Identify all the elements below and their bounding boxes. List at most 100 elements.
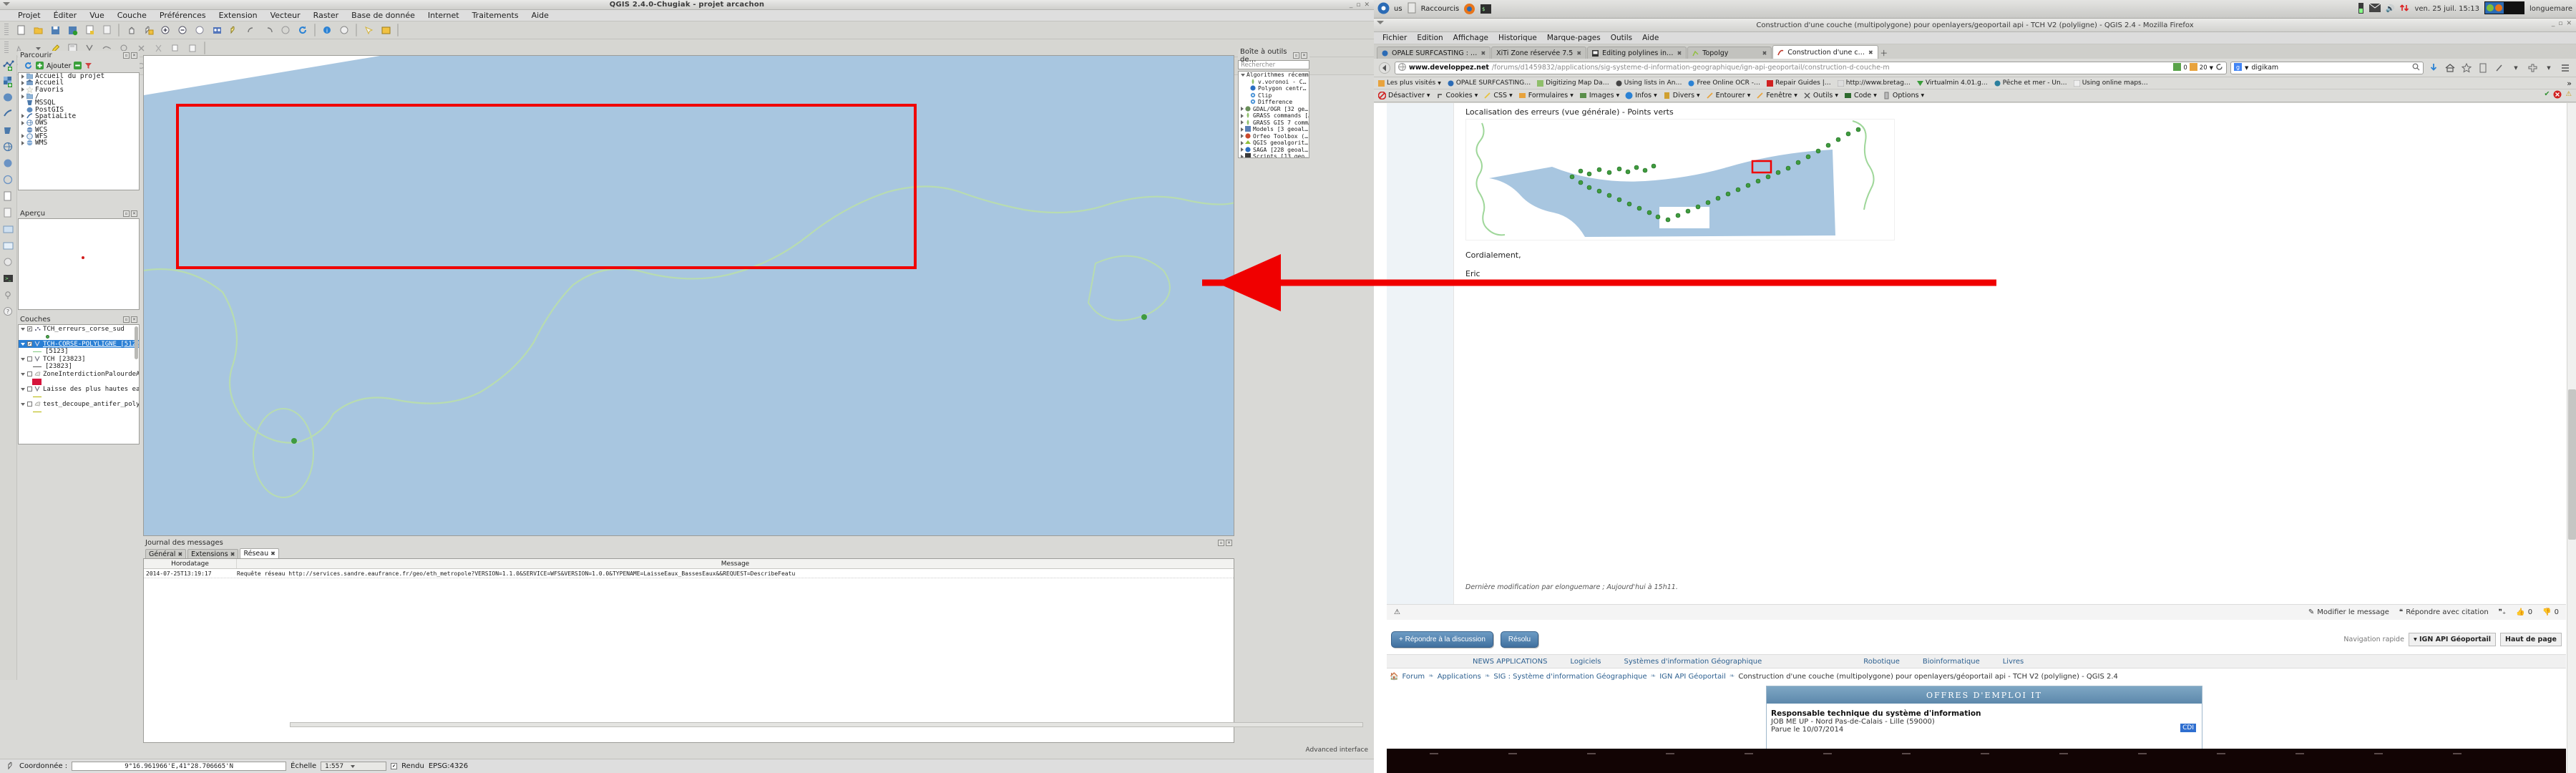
reading-list-icon[interactable] [2477,62,2489,74]
crs-label[interactable]: EPSG:4326 [429,762,468,770]
toolbox-group-recents[interactable]: Algorithmes récemme… [1239,72,1309,79]
mark-resolved-button[interactable]: Résolu [1500,631,1539,648]
menu-base-de-donnee[interactable]: Base de donnée [345,11,421,20]
nav-link-bioinformatique[interactable]: Bioinformatique [1923,658,1980,666]
webdev-infos[interactable]: Infos ▼ [1625,92,1657,99]
webdev-entourer[interactable]: Entourer ▼ [1706,92,1750,99]
open-project-icon[interactable] [30,23,46,38]
chevron-down-icon[interactable]: ▼ [2210,65,2213,71]
terminal-launcher-icon[interactable]: $ [1480,3,1492,15]
breadcrumb-applications[interactable]: Applications [1438,673,1481,681]
bookmark-star-icon[interactable] [2460,62,2473,74]
toolbox-item-difference[interactable]: Difference [1239,99,1309,106]
menu-preferences[interactable]: Préférences [153,11,213,20]
browser-toolbar[interactable]: Ajouter [18,60,140,72]
toolbox-item-v-voronoi[interactable]: v.voronoi - C… [1239,78,1309,86]
reply-to-thread-button[interactable]: + Répondre à la discussion [1391,631,1493,648]
webdev-images[interactable]: Images ▼ [1579,92,1619,99]
layers-close-icon[interactable]: ✕ [131,316,137,323]
layer-visibility-checkbox[interactable] [27,386,32,392]
close-icon[interactable]: ✖ [230,551,235,558]
pan-map-icon[interactable] [123,23,139,38]
plugin-manager-icon[interactable] [1,256,16,270]
expand-arrow-icon[interactable] [21,134,24,139]
paste-features-icon[interactable] [185,41,200,56]
network-icon[interactable] [2399,2,2409,16]
menu-marque-pages[interactable]: Marque-pages [1542,34,1606,42]
save-project-icon[interactable] [47,23,63,38]
collapse-arrow-icon[interactable] [1241,73,1245,77]
error-count-icon[interactable] [2553,90,2562,101]
web-developer-toolbar[interactable]: Désactiver ▼ Cookies ▼ CSS ▼ Formulaires ▼ I… [1374,89,2576,102]
add-wcs-layer-icon[interactable] [1,157,16,171]
noscript-icon[interactable] [2189,62,2197,73]
menu-fichier[interactable]: Fichier [1377,34,1412,42]
tab-extensions[interactable]: Extensions ✖ [187,549,239,558]
zoom-last-icon[interactable] [243,23,259,38]
report-post-icon[interactable]: ⚠ [1394,608,1400,616]
menu-affichage[interactable]: Affichage [1448,34,1493,42]
keyboard-layout-indicator[interactable]: us [1394,5,1402,13]
composer-manager-icon[interactable] [99,23,114,38]
toolbar-grip-2[interactable] [4,42,9,54]
bookmark-opale-surfcasting[interactable]: OPALE SURFCASTING… [1448,79,1531,87]
embedded-map-image[interactable] [1465,119,1895,240]
home-icon[interactable] [2444,62,2457,74]
tab-general[interactable]: Général ✖ [145,549,187,558]
expand-arrow-icon[interactable] [1241,154,1244,157]
user-label[interactable]: longuemare [2529,5,2572,13]
webdev-cookies[interactable]: Cookies ▼ [1436,92,1478,99]
pan-to-selection-icon[interactable] [140,23,156,38]
close-icon[interactable]: ✖ [270,550,275,557]
webdev-css[interactable]: CSS ▼ [1483,92,1513,99]
toolbox-group-gdal-ogr[interactable]: GDAL/OGR [32 ge… [1239,106,1309,113]
filter-icon[interactable] [84,62,92,72]
close-icon[interactable]: ✖ [1868,49,1873,56]
expand-arrow-icon[interactable] [21,87,24,92]
tab-editing-polylines[interactable]: Editing polylines in… ✖ [1587,47,1687,59]
search-input-value[interactable]: digikam [2251,64,2278,72]
message-log-table[interactable]: Horodatage Message 2014-07-25T13:19:17 R… [143,558,1363,743]
message-log-close-icon[interactable]: ✕ [1226,540,1232,546]
toolbox-float-icon[interactable]: ▫ [1293,52,1299,59]
toolbox-close-icon[interactable]: ✕ [1301,52,1307,59]
webdev-divers[interactable]: Divers ▼ [1663,92,1700,99]
shortcuts-label[interactable]: Raccourcis [1421,5,1460,13]
collapse-arrow-icon[interactable] [21,402,25,406]
copy-features-icon[interactable] [167,41,183,56]
add-spatialite-layer-icon[interactable] [1,107,16,122]
toolbox-group-qgis-geoalgorithms[interactable]: QGIS geoalgorit… [1239,140,1309,147]
expand-arrow-icon[interactable] [21,120,24,125]
layer-row-tch-erreurs-corse-sud[interactable]: ✔ TCH_erreurs_corse_sud [19,325,139,333]
breadcrumb-forum[interactable]: Forum [1402,673,1425,681]
shortcuts-icon[interactable] [1407,2,1417,16]
python-console-icon[interactable]: >_ [1,272,16,286]
layers-scrollbar[interactable] [135,326,138,359]
toolbox-search-input[interactable]: Rechercher [1238,60,1309,69]
downloads-icon[interactable] [2427,62,2440,74]
gps-tools-icon[interactable] [1,288,16,303]
expand-arrow-icon[interactable] [1241,134,1244,139]
expand-arrow-icon[interactable] [1241,127,1244,132]
zoom-actual-icon[interactable] [278,23,293,38]
overview-float-icon[interactable]: ▫ [123,210,130,217]
mail-icon[interactable] [2368,3,2381,14]
expand-arrow-icon[interactable] [1241,147,1244,152]
expand-arrow-icon[interactable] [21,140,24,145]
menu-couche[interactable]: Couche [111,11,153,20]
extension-icon[interactable] [2526,62,2539,74]
firefox-menubar[interactable]: Fichier Edition Affichage Historique Mar… [1374,32,2576,44]
webdev-formulaires[interactable]: Formulaires ▼ [1518,92,1574,99]
expand-arrow-icon[interactable] [1241,113,1244,118]
bookmark-using-lists[interactable]: Using lists in An… [1616,79,1682,87]
bookmark-repair-guides[interactable]: Repair Guides |… [1767,79,1831,87]
menu-edition[interactable]: Edition [1412,34,1448,42]
toolbox-group-grass-commands[interactable]: GRASS commands [… [1239,112,1309,120]
qgis-menubar[interactable]: Projet Éditer Vue Couche Préférences Ext… [0,10,1374,21]
browser-item-wms[interactable]: WMS [19,139,139,147]
bookmark-using-online-maps[interactable]: Using online maps… [2073,79,2148,87]
site-identity-icon[interactable] [1398,62,1406,73]
menu-extension[interactable]: Extension [213,11,264,20]
message-log-hscrollbar[interactable] [290,722,1363,727]
geoportail-plugin-icon[interactable] [1,239,16,253]
